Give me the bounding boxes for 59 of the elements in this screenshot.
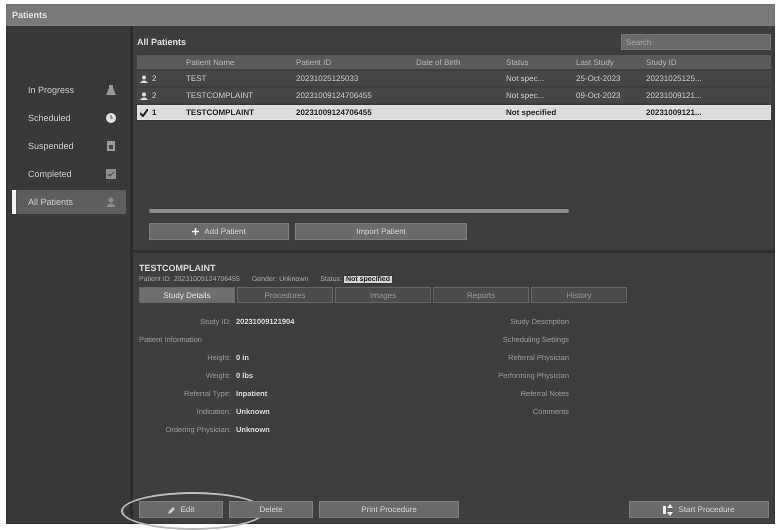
table-cell: Not spec... (503, 88, 573, 103)
table-cell: 20231009121... (643, 105, 771, 120)
tab[interactable]: Procedures (237, 287, 333, 303)
flask-icon (106, 85, 116, 95)
person-icon (140, 92, 148, 100)
study-count: 2 (152, 91, 156, 100)
list-title: All Patients (137, 37, 186, 47)
table-cell: 20231025125033 (293, 71, 413, 86)
table-cell: Not spec... (503, 71, 573, 86)
table-cell: 20231009121... (643, 88, 771, 103)
clock-icon (106, 113, 116, 123)
row-status-cell[interactable]: 1 (137, 105, 183, 120)
table-cell: TESTCOMPLAINT (183, 105, 293, 120)
window-title: Patients (12, 10, 48, 20)
table-cell: TESTCOMPLAINT (183, 88, 293, 103)
tab[interactable]: Images (335, 287, 431, 303)
tab[interactable]: Reports (433, 287, 529, 303)
study-count: 1 (152, 108, 156, 117)
sidebar-item[interactable]: Completed (12, 162, 126, 186)
people-icon (106, 197, 116, 207)
arrows-icon (663, 504, 674, 516)
list-button[interactable]: Import Patient (295, 223, 467, 240)
table-cell: Not specified (503, 105, 573, 120)
study-count: 2 (152, 74, 156, 83)
table-cell: 09-Oct-2023 (573, 88, 643, 103)
start-procedure-button[interactable]: Start Procedure (629, 501, 769, 518)
sidebar-item[interactable]: All Patients (12, 190, 126, 214)
pencil-icon (168, 506, 176, 514)
row-status-cell[interactable]: 2 (137, 88, 183, 103)
table-cell: TEST (183, 71, 293, 86)
document-icon (106, 141, 116, 151)
scrollbar[interactable] (149, 209, 569, 213)
table-cell: 25-Oct-2023 (573, 71, 643, 86)
search-field[interactable]: Search (621, 34, 771, 50)
tab[interactable]: History (531, 287, 627, 303)
list-button[interactable]: Add Patient (149, 223, 289, 240)
table-cell: 20231009124706455 (293, 105, 413, 120)
footer-button[interactable]: Delete (229, 501, 313, 518)
column-header[interactable]: Patient Name (183, 55, 293, 69)
column-header[interactable]: Patient ID (293, 55, 413, 69)
column-header[interactable]: Date of Birth (413, 55, 503, 69)
column-header[interactable]: Study ID (643, 55, 771, 69)
plus-icon (192, 228, 200, 235)
sidebar-item[interactable]: Suspended (12, 134, 126, 158)
column-header[interactable]: Last Study (573, 55, 643, 69)
row-status-cell[interactable]: 2 (137, 71, 183, 86)
checkmark-icon (140, 108, 148, 116)
tab[interactable]: Study Details (139, 287, 235, 303)
patient-name: TESTCOMPLAINT (139, 263, 216, 273)
clipboard-icon (106, 169, 116, 179)
column-header[interactable]: Status (503, 55, 573, 69)
sidebar-item[interactable]: Scheduled (12, 106, 126, 130)
table-cell: 20231025125... (643, 71, 771, 86)
column-header[interactable] (137, 55, 183, 69)
person-icon (140, 74, 148, 82)
footer-button[interactable]: Print Procedure (319, 501, 459, 518)
footer-button[interactable]: Edit (139, 501, 223, 518)
sidebar-item[interactable]: In Progress (12, 78, 126, 102)
table-cell: 20231009124706455 (293, 88, 413, 103)
